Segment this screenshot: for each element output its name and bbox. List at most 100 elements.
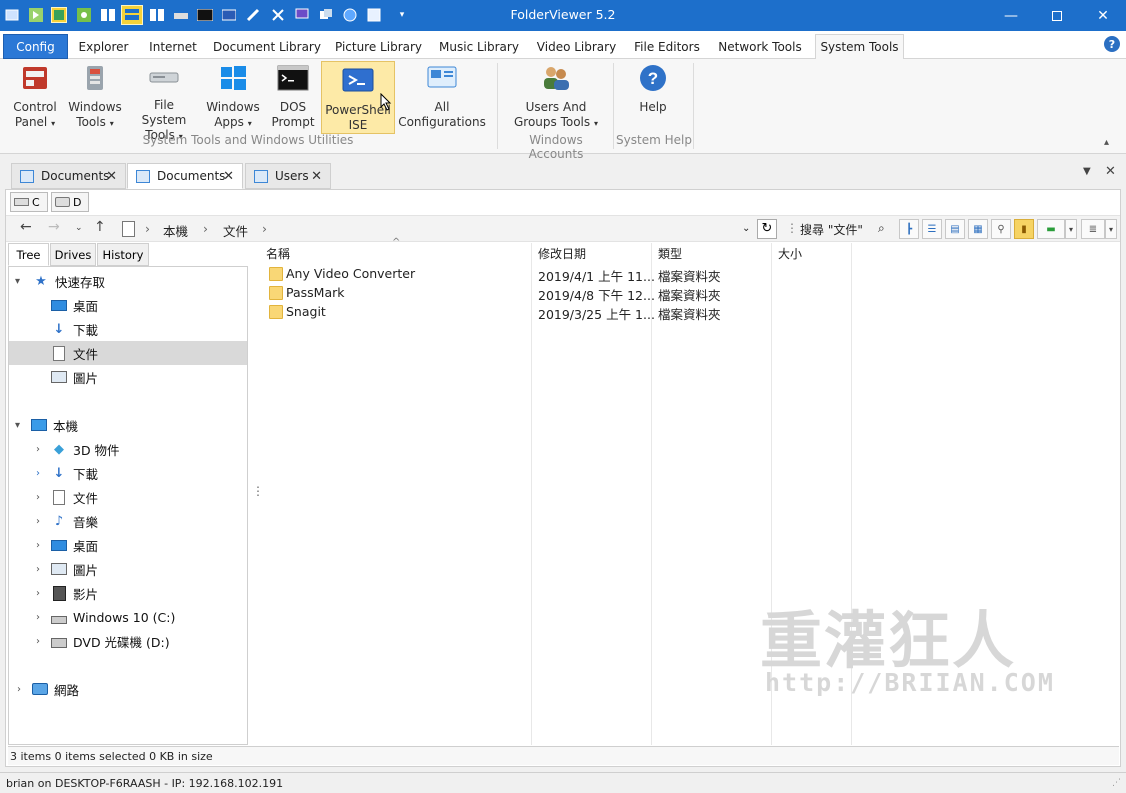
- tab-history[interactable]: History: [97, 243, 149, 266]
- tree-item-pc-desktop[interactable]: › 桌面: [9, 533, 247, 557]
- tree-view-icon[interactable]: ┣: [899, 219, 919, 239]
- expand-icon[interactable]: ›: [36, 612, 40, 623]
- tree-item-network[interactable]: › 網路: [9, 677, 247, 701]
- pane-splitter-handle[interactable]: ⋮: [252, 484, 264, 498]
- view-mode-icon[interactable]: ≣: [1081, 219, 1105, 239]
- tab-list-icon[interactable]: ▼: [1083, 166, 1091, 177]
- expand-icon[interactable]: ›: [17, 684, 21, 695]
- tree-item-pictures[interactable]: 圖片: [9, 365, 247, 389]
- breadcrumb-separator-icon[interactable]: ›: [203, 221, 208, 236]
- column-header-size[interactable]: 大小: [778, 245, 802, 262]
- quick-tools-icon[interactable]: [270, 7, 286, 23]
- tree-item-documents[interactable]: 文件: [9, 341, 247, 365]
- search-icon[interactable]: ⌕: [878, 221, 885, 236]
- address-dropdown-icon[interactable]: ⌄: [742, 223, 750, 234]
- expand-icon[interactable]: ›: [36, 492, 40, 503]
- tab-network-tools[interactable]: Network Tools: [713, 34, 807, 59]
- folder-options-dropdown-icon[interactable]: ▾: [1065, 219, 1077, 239]
- folder-highlight-icon[interactable]: ▮: [1014, 219, 1034, 239]
- file-row[interactable]: Snagit 2019/3/25 上午 1... 檔案資料夾: [262, 303, 782, 322]
- tree-item-pc-downloads[interactable]: › ↓ 下載: [9, 461, 247, 485]
- tree-item-3d-objects[interactable]: › ◆ 3D 物件: [9, 437, 247, 461]
- breadcrumb-separator-icon[interactable]: ›: [145, 221, 150, 236]
- tab-picture-library[interactable]: Picture Library: [330, 34, 427, 59]
- tab-tree[interactable]: Tree: [8, 243, 49, 266]
- tree-item-pc-pictures[interactable]: › 圖片: [9, 557, 247, 581]
- breadcrumb-documents[interactable]: 文件: [223, 221, 248, 240]
- zoom-icon[interactable]: ⚲: [991, 219, 1011, 239]
- file-system-tools-button[interactable]: File System Tools ▾: [130, 62, 198, 142]
- quick-powershell-icon[interactable]: [221, 7, 237, 23]
- windows-tools-button[interactable]: Windows Tools ▾: [66, 62, 124, 134]
- quick-drive-icon[interactable]: [173, 7, 189, 23]
- column-header-modified[interactable]: 修改日期: [538, 245, 586, 262]
- tree-item-drive-d[interactable]: › DVD 光碟機 (D:): [9, 629, 247, 653]
- collapse-icon[interactable]: ▾: [15, 276, 20, 287]
- users-and-groups-tools-button[interactable]: Users And Groups Tools ▾: [509, 62, 603, 134]
- search-input[interactable]: 搜尋 "文件": [800, 221, 863, 238]
- quick-customize-icon[interactable]: ▾: [394, 7, 410, 23]
- column-header-name[interactable]: 名稱: [266, 245, 290, 262]
- search-options-icon[interactable]: ⋮: [786, 221, 798, 235]
- close-tab-icon[interactable]: ✕: [106, 169, 117, 184]
- close-tab-icon[interactable]: ✕: [311, 169, 322, 184]
- tab-video-library[interactable]: Video Library: [533, 34, 620, 59]
- grid-view-icon[interactable]: ▦: [968, 219, 988, 239]
- doc-tab-documents-1[interactable]: Documents ✕: [11, 163, 126, 189]
- tab-file-editors[interactable]: File Editors: [627, 34, 707, 59]
- help-button[interactable]: ? Help: [625, 62, 681, 134]
- expand-icon[interactable]: ›: [36, 444, 40, 455]
- tab-explorer[interactable]: Explorer: [70, 34, 137, 59]
- collapse-icon[interactable]: ▾: [15, 420, 20, 431]
- file-row[interactable]: Any Video Converter 2019/4/1 上午 11... 檔案…: [262, 265, 782, 284]
- tree-item-desktop[interactable]: 桌面: [9, 293, 247, 317]
- view-mode-dropdown-icon[interactable]: ▾: [1105, 219, 1117, 239]
- forward-arrow-icon[interactable]: →: [48, 219, 60, 235]
- tree-item-quick-access[interactable]: ▾ ★ 快速存取: [9, 269, 247, 293]
- control-panel-button[interactable]: Control Panel ▾: [8, 62, 62, 134]
- expand-icon[interactable]: ›: [36, 540, 40, 551]
- expand-icon[interactable]: ›: [36, 588, 40, 599]
- expand-icon[interactable]: ›: [36, 468, 40, 479]
- tree-item-videos[interactable]: › 影片: [9, 581, 247, 605]
- close-button[interactable]: ✕: [1080, 0, 1126, 31]
- all-configurations-button[interactable]: All Configurations: [398, 62, 486, 134]
- doc-tab-users[interactable]: Users ✕: [245, 163, 331, 189]
- drive-d-button[interactable]: D: [51, 192, 89, 212]
- collapse-ribbon-icon[interactable]: ▴: [1104, 137, 1109, 148]
- quick-layout-icon[interactable]: [121, 5, 143, 25]
- breadcrumb-this-pc[interactable]: 本機: [163, 221, 188, 240]
- quick-window-icon[interactable]: [366, 7, 382, 23]
- tab-config[interactable]: Config: [3, 34, 68, 59]
- quick-edit-icon[interactable]: [245, 7, 261, 23]
- tab-internet[interactable]: Internet: [140, 34, 206, 59]
- tree-item-this-pc[interactable]: ▾ 本機: [9, 413, 247, 437]
- tree-item-downloads[interactable]: ↓ 下載: [9, 317, 247, 341]
- tree-item-pc-documents[interactable]: › 文件: [9, 485, 247, 509]
- drive-c-button[interactable]: C: [10, 192, 48, 212]
- back-arrow-icon[interactable]: ←: [20, 219, 32, 235]
- list-view-icon[interactable]: ▤: [945, 219, 965, 239]
- quick-globe-icon[interactable]: [342, 7, 358, 23]
- resize-grip-icon[interactable]: ⋰: [1112, 778, 1121, 788]
- dos-prompt-button[interactable]: DOS Prompt: [266, 62, 320, 134]
- minimize-button[interactable]: —: [988, 0, 1034, 31]
- refresh-icon[interactable]: ↻: [757, 219, 777, 239]
- expand-icon[interactable]: ›: [36, 516, 40, 527]
- quick-monitor-icon[interactable]: [294, 7, 310, 23]
- expand-icon[interactable]: ›: [36, 636, 40, 647]
- recent-dropdown-icon[interactable]: ⌄: [75, 223, 83, 233]
- tab-drives[interactable]: Drives: [50, 243, 96, 266]
- quick-refresh-icon[interactable]: [76, 7, 92, 23]
- breadcrumb-separator-icon[interactable]: ›: [262, 221, 267, 236]
- file-row[interactable]: PassMark 2019/4/8 下午 12... 檔案資料夾: [262, 284, 782, 303]
- quick-network-icon[interactable]: [318, 7, 334, 23]
- quick-cmd-icon[interactable]: [197, 7, 213, 23]
- quick-view-icon[interactable]: [51, 7, 67, 23]
- tab-document-library[interactable]: Document Library: [210, 34, 324, 59]
- details-view-icon[interactable]: ☰: [922, 219, 942, 239]
- column-header-type[interactable]: 類型: [658, 245, 682, 262]
- close-pane-icon[interactable]: ✕: [1105, 164, 1116, 179]
- doc-tab-documents-2[interactable]: Documents ✕: [127, 163, 243, 189]
- up-arrow-icon[interactable]: ↑: [94, 219, 106, 235]
